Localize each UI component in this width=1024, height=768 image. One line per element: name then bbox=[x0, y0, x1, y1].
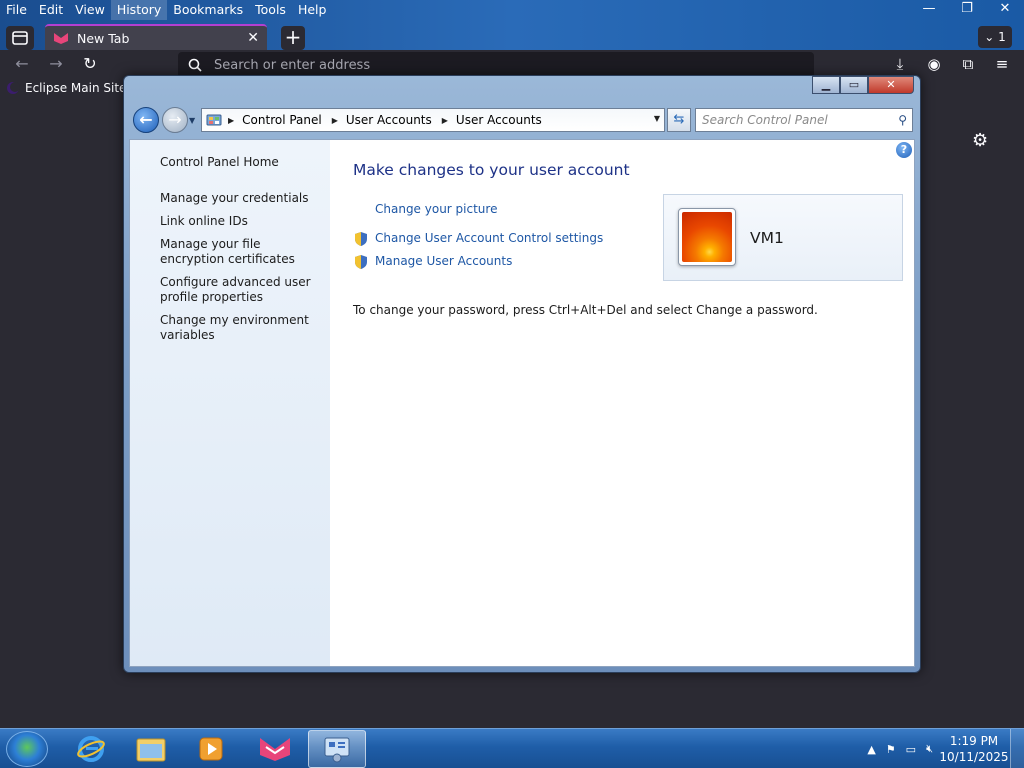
window-maximize-button[interactable]: ▭ bbox=[840, 76, 868, 94]
action-center-icon[interactable]: ⚑ bbox=[886, 743, 896, 756]
tab-count: 1 bbox=[998, 30, 1006, 44]
menu-history[interactable]: History bbox=[110, 0, 168, 20]
clock-time: 1:19 PM bbox=[949, 734, 999, 748]
page-title: Make changes to your user account bbox=[353, 161, 630, 179]
tab-new-tab[interactable]: New Tab ✕ bbox=[45, 24, 267, 50]
control-panel-icon bbox=[324, 737, 350, 763]
search-placeholder: Search Control Panel bbox=[702, 113, 828, 127]
link-manage-credentials[interactable]: Manage your credentials bbox=[160, 191, 320, 206]
menu-file[interactable]: File bbox=[0, 0, 33, 20]
refresh-button[interactable]: ⇆ bbox=[667, 108, 691, 132]
browser-logo-icon bbox=[260, 738, 290, 761]
navigation-toolbar: ← → ↻ Search or enter address ⤓ ◉ ⧉ ≡ bbox=[0, 50, 1024, 78]
system-tray: ▲ ⚑ ▭ 🔇︎ 1:19 PM 10/11/2025 bbox=[862, 729, 1024, 768]
user-account-card: VM1 bbox=[663, 194, 903, 281]
folder-icon bbox=[136, 738, 166, 762]
restore-button[interactable]: ❐ bbox=[948, 0, 986, 20]
new-tab-button[interactable]: + bbox=[281, 26, 305, 50]
bookmark-label: Eclipse Main Site bbox=[25, 81, 127, 95]
taskbar-browser[interactable] bbox=[246, 730, 304, 768]
taskbar-file-explorer[interactable] bbox=[122, 730, 180, 768]
breadcrumb-user-accounts[interactable]: ▶ User Accounts bbox=[332, 113, 432, 127]
clock[interactable]: 1:19 PM 10/11/2025 bbox=[938, 733, 1010, 765]
explorer-forward-button[interactable]: → bbox=[162, 107, 188, 133]
window-caption-buttons: ▁ ▭ ✕ bbox=[812, 76, 914, 94]
forward-arrow-icon[interactable]: → bbox=[44, 54, 68, 74]
list-all-tabs-button[interactable]: ⌄ 1 bbox=[978, 26, 1012, 48]
tab-title: New Tab bbox=[77, 30, 130, 46]
bookmark-eclipse-main-site[interactable]: Eclipse Main Site bbox=[6, 81, 126, 95]
back-arrow-icon[interactable]: ← bbox=[10, 54, 34, 74]
menu-tools[interactable]: Tools bbox=[249, 0, 292, 20]
taskbar-media-player[interactable] bbox=[182, 730, 240, 768]
link-online-ids[interactable]: Link online IDs bbox=[160, 214, 320, 229]
link-control-panel-home[interactable]: Control Panel Home bbox=[160, 155, 320, 170]
menu-bookmarks[interactable]: Bookmarks bbox=[167, 0, 249, 20]
avatar[interactable] bbox=[678, 208, 736, 266]
link-change-picture[interactable]: Change your picture bbox=[375, 202, 497, 216]
link-environment-variables[interactable]: Change my environment variables bbox=[160, 313, 320, 343]
search-control-panel-input[interactable]: Search Control Panel ⚲ bbox=[695, 108, 913, 132]
help-icon[interactable]: ? bbox=[896, 142, 912, 158]
main-pane: ? Make changes to your user account Chan… bbox=[330, 140, 914, 666]
menu-help[interactable]: Help bbox=[292, 0, 333, 20]
link-manage-user-accounts[interactable]: Manage User Accounts bbox=[375, 254, 512, 268]
explorer-navigation: ← → ▼ ▶ Control Panel ▶ User Accounts ▶ Use… bbox=[132, 106, 914, 134]
address-dropdown-icon[interactable]: ▼ bbox=[654, 114, 660, 123]
extensions-icon[interactable]: ⧉ bbox=[956, 54, 980, 74]
taskbar: ▲ ⚑ ▭ 🔇︎ 1:19 PM 10/11/2025 bbox=[0, 728, 1024, 768]
internet-explorer-icon bbox=[77, 736, 105, 762]
show-desktop-button[interactable] bbox=[1010, 729, 1024, 768]
tab-strip: New Tab ✕ + ⌄ 1 bbox=[0, 24, 1024, 50]
uac-shield-icon bbox=[355, 255, 367, 269]
search-icon bbox=[188, 58, 202, 72]
menu-bar: File Edit View History Bookmarks Tools H… bbox=[0, 0, 332, 20]
show-hidden-icons-icon[interactable]: ▲ bbox=[867, 743, 875, 756]
task-pane: Control Panel Home Manage your credentia… bbox=[130, 140, 330, 666]
recent-pages-dropdown-icon[interactable]: ▼ bbox=[189, 116, 195, 125]
window-minimize-button[interactable]: ▁ bbox=[812, 76, 840, 94]
browser-logo-icon bbox=[54, 33, 68, 44]
search-icon[interactable]: ⚲ bbox=[898, 113, 907, 127]
close-button[interactable]: ✕ bbox=[986, 0, 1024, 20]
breadcrumb-control-panel[interactable]: ▶ Control Panel bbox=[228, 113, 322, 127]
flower-picture-icon bbox=[682, 212, 732, 262]
account-icon[interactable]: ◉ bbox=[922, 54, 946, 74]
clock-date: 10/11/2025 bbox=[939, 750, 1009, 764]
tab-close-icon[interactable]: ✕ bbox=[247, 30, 259, 46]
window-close-button[interactable]: ✕ bbox=[868, 76, 914, 94]
link-uac-settings[interactable]: Change User Account Control settings bbox=[375, 231, 603, 245]
breadcrumb-user-accounts-current[interactable]: ▶ User Accounts bbox=[442, 113, 542, 127]
eclipse-logo-icon bbox=[7, 82, 20, 94]
uac-shield-icon bbox=[355, 232, 367, 246]
network-icon[interactable]: ▭ bbox=[906, 743, 916, 756]
user-accounts-window: ▁ ▭ ✕ ← → ▼ ▶ Control Panel ▶ User Account… bbox=[123, 75, 921, 673]
volume-muted-icon[interactable]: 🔇︎ bbox=[926, 742, 933, 756]
account-username: VM1 bbox=[750, 229, 784, 247]
gear-icon[interactable]: ⚙ bbox=[972, 130, 988, 151]
menu-view[interactable]: View bbox=[69, 0, 111, 20]
control-panel-icon bbox=[206, 114, 222, 126]
start-button[interactable] bbox=[6, 731, 48, 767]
firefox-view-button[interactable] bbox=[6, 26, 34, 50]
firefox-view-icon bbox=[12, 31, 28, 45]
taskbar-internet-explorer[interactable] bbox=[62, 730, 120, 768]
media-player-icon bbox=[199, 737, 223, 761]
explorer-content: Control Panel Home Manage your credentia… bbox=[129, 139, 915, 667]
link-advanced-profile-properties[interactable]: Configure advanced user profile properti… bbox=[160, 275, 320, 305]
taskbar-control-panel[interactable] bbox=[308, 730, 366, 768]
address-bar[interactable]: ▶ Control Panel ▶ User Accounts ▶ User Acco… bbox=[201, 108, 665, 132]
minimize-button[interactable]: — bbox=[910, 0, 948, 20]
reload-icon[interactable]: ↻ bbox=[78, 54, 102, 74]
link-file-encryption-certificates[interactable]: Manage your file encryption certificates bbox=[160, 237, 320, 267]
explorer-back-button[interactable]: ← bbox=[133, 107, 159, 133]
downloads-icon[interactable]: ⤓ bbox=[888, 54, 912, 74]
app-menu-icon[interactable]: ≡ bbox=[990, 54, 1014, 74]
url-placeholder: Search or enter address bbox=[214, 57, 371, 73]
menu-edit[interactable]: Edit bbox=[33, 0, 69, 20]
password-instruction: To change your password, press Ctrl+Alt+… bbox=[353, 303, 818, 317]
browser-window-controls: — ❐ ✕ bbox=[910, 0, 1024, 20]
